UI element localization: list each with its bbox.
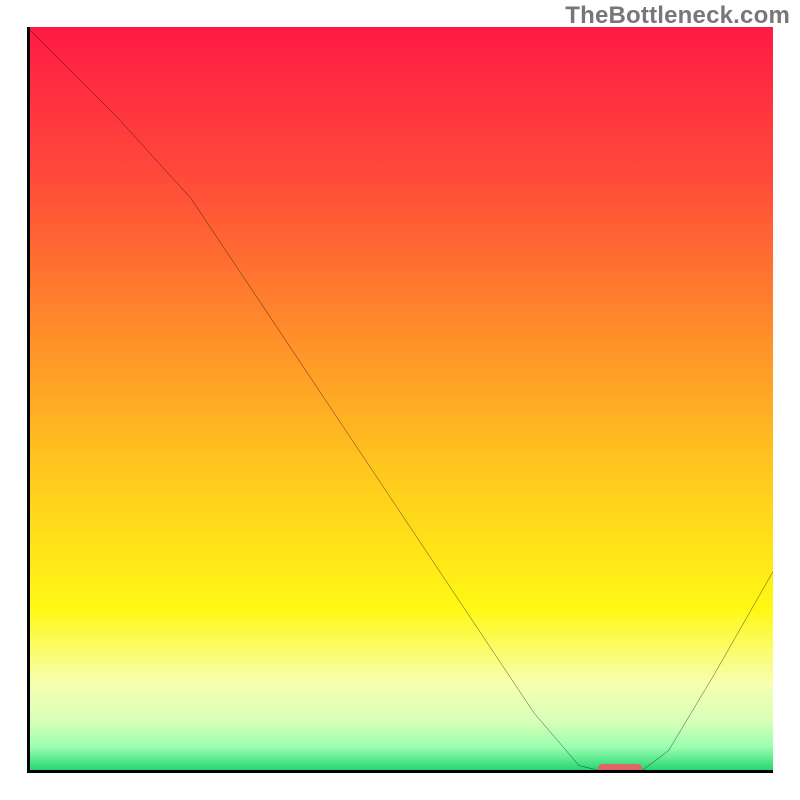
plot-curve-layer <box>27 27 773 773</box>
chart-container: TheBottleneck.com <box>0 0 800 800</box>
optimal-marker <box>598 764 643 773</box>
watermark-text: TheBottleneck.com <box>565 2 790 30</box>
plot-area <box>27 27 773 773</box>
bottleneck-curve <box>27 27 773 773</box>
